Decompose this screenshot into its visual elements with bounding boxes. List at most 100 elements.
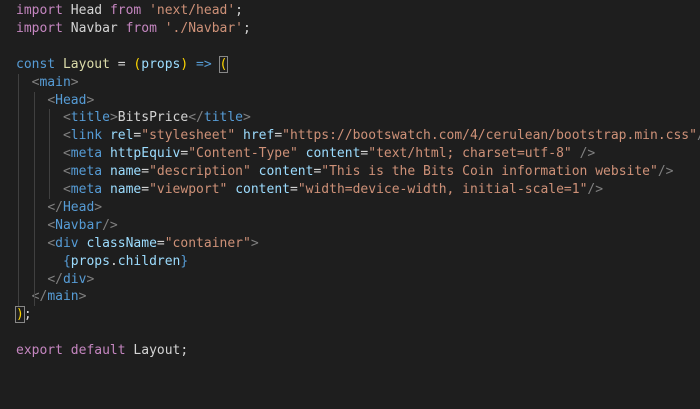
code-line: <Head> (0, 92, 700, 110)
indent-guide (18, 73, 19, 307)
code-token: div (62, 271, 87, 287)
code-token: Head (55, 92, 87, 108)
code-token: link (70, 128, 103, 144)
code-token: default (70, 343, 126, 359)
code-token: ( (218, 55, 229, 73)
code-line: <link rel="stylesheet" href="https://boo… (0, 127, 700, 145)
code-token: = (109, 56, 134, 72)
code-token: Layout; (125, 343, 189, 359)
code-token: title (203, 110, 244, 126)
code-token: } (180, 253, 189, 269)
code-token: < (62, 128, 71, 144)
code-token: "stylesheet" (141, 128, 236, 144)
code-line: import Navbar from './Navbar'; (0, 20, 700, 38)
code-token: meta (70, 164, 103, 180)
code-token: = (289, 182, 298, 197)
code-token: > (86, 271, 95, 287)
code-line: <Navbar/> (0, 217, 700, 235)
code-token: "container" (164, 235, 251, 251)
code-token: ) (15, 306, 25, 324)
code-token: rel (109, 128, 134, 144)
code-token: "description" (149, 164, 251, 180)
code-token: "https://bootswatch.com/4/cerulean/boots… (282, 128, 697, 144)
code-token: < (62, 146, 71, 162)
code-token: "This is the Bits Coin information websi… (321, 164, 658, 180)
code-token: './Navbar' (164, 20, 244, 36)
code-token: < (47, 92, 56, 108)
code-token: </ (188, 110, 204, 126)
code-token: props (141, 56, 181, 72)
code-token: from (109, 3, 142, 18)
code-token: ; (235, 3, 243, 18)
code-token: > (86, 92, 95, 108)
code-token: "width=device-width, initial-scale=1" (297, 182, 588, 197)
code-token: /> (579, 146, 596, 162)
code-token: const (16, 56, 56, 72)
code-token: import (16, 3, 63, 18)
code-token: from (125, 20, 157, 36)
code-token: > (250, 235, 259, 251)
indent-guide (34, 91, 35, 307)
code-token: meta (70, 182, 103, 197)
code-editor[interactable]: import Head from 'next/head'; import Navb… (0, 0, 700, 409)
code-token: /> (587, 182, 604, 197)
code-token: ; (243, 20, 251, 36)
code-line: </main> (0, 288, 700, 306)
code-token: = (141, 182, 150, 197)
code-token: meta (70, 146, 103, 162)
code-token: name (109, 164, 142, 180)
code-token: > (243, 110, 251, 126)
code-token: > (94, 199, 103, 215)
code-token: < (47, 217, 56, 233)
code-token: = (156, 235, 165, 251)
code-line: ); (0, 306, 700, 324)
code-token: = (141, 164, 150, 180)
code-token: Head (62, 199, 95, 215)
code-line: </Head> (0, 199, 700, 217)
code-token: "text/html; charset=utf-8" (368, 146, 572, 162)
code-token: main (39, 74, 71, 90)
code-token: div (55, 235, 79, 251)
code-line: <meta name="description" content="This i… (0, 163, 700, 181)
code-token: name (109, 182, 142, 197)
code-token: href (243, 128, 275, 144)
code-token: BitsPrice (117, 110, 189, 126)
code-token: content (258, 164, 314, 180)
code-line: {props.children} (0, 253, 700, 271)
code-token: < (47, 235, 56, 251)
code-token: </ (47, 199, 63, 215)
code-token: content (235, 182, 290, 197)
code-token: Navbar (55, 217, 103, 233)
code-token: props (70, 253, 110, 269)
code-token: Layout (62, 56, 110, 72)
code-line: import Head from 'next/head'; (0, 2, 700, 20)
code-token: /> (657, 164, 674, 180)
code-token: "Content-Type" (188, 146, 298, 162)
code-token: > (78, 289, 87, 305)
code-token: httpEquiv (109, 146, 181, 162)
code-token: children (117, 253, 181, 269)
code-line: </div> (0, 271, 700, 289)
code-line: <meta httpEquiv="Content-Type" content="… (0, 145, 700, 163)
